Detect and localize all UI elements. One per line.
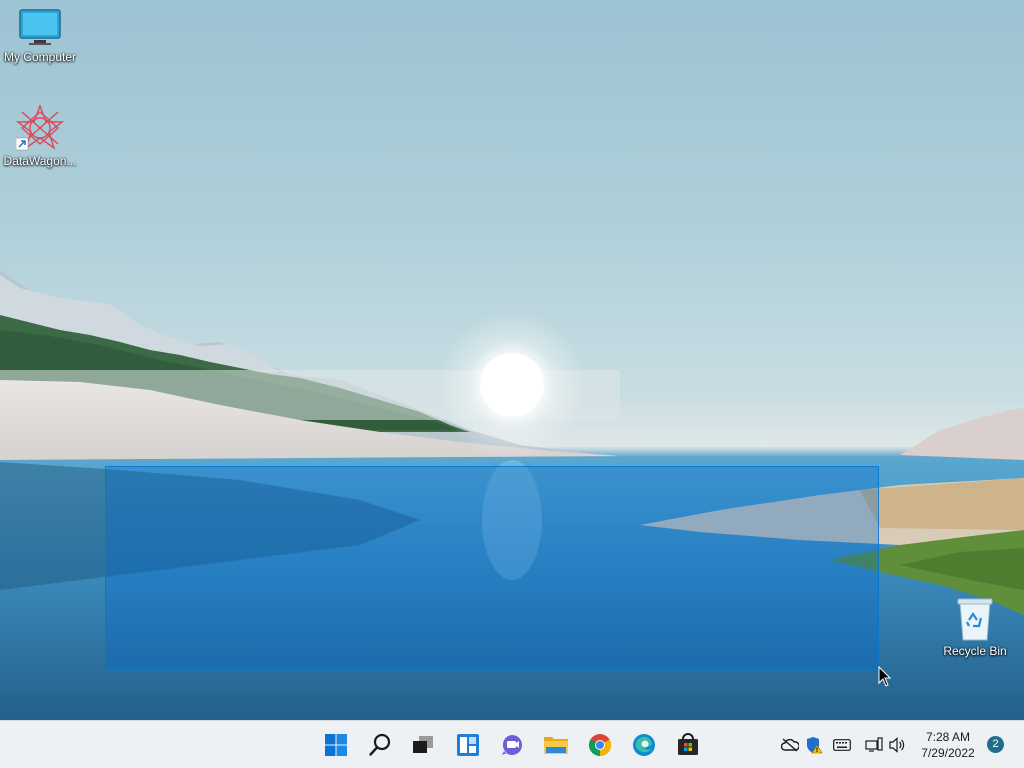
notification-count-badge[interactable]: 2 <box>987 736 1004 753</box>
chrome-icon <box>589 734 611 756</box>
widgets-button[interactable] <box>448 725 488 765</box>
store-button[interactable] <box>668 725 708 765</box>
search-button[interactable] <box>360 725 400 765</box>
taskbar: 7:28 AM 7/29/2022 2 <box>0 720 1024 768</box>
task-view-button[interactable] <box>403 725 443 765</box>
clock-date: 7/29/2022 <box>921 746 975 760</box>
network-icon <box>865 737 883 752</box>
volume-icon <box>889 737 905 753</box>
recycle-bin-icon <box>957 598 993 641</box>
chat-button[interactable] <box>492 725 532 765</box>
security-tray-button[interactable] <box>804 735 824 755</box>
onedrive-tray-button[interactable] <box>780 735 800 755</box>
search-icon <box>369 733 391 756</box>
store-icon <box>678 733 698 755</box>
onedrive-offline-icon <box>781 738 799 752</box>
edge-icon <box>633 734 655 756</box>
chrome-button[interactable] <box>580 725 620 765</box>
task-view-icon <box>413 736 433 753</box>
file-explorer-button[interactable] <box>536 725 576 765</box>
datawagon-app-icon <box>16 104 64 151</box>
selection-rectangle <box>105 466 879 669</box>
edge-button[interactable] <box>624 725 664 765</box>
clock-time: 7:28 AM <box>925 730 971 744</box>
desktop-icon-label: My Computer <box>3 50 77 64</box>
widgets-icon <box>457 734 479 756</box>
volume-tray-button[interactable] <box>888 735 908 755</box>
desktop[interactable]: My Computer DataWagon... Recycle Bin <box>0 0 1024 720</box>
security-warning-icon <box>807 737 823 754</box>
teams-chat-icon <box>502 735 522 755</box>
desktop-icon-label: Recycle Bin <box>943 644 1007 658</box>
clock-button[interactable]: 7:28 AM 7/29/2022 <box>912 729 984 761</box>
network-tray-button[interactable] <box>864 735 884 755</box>
input-language-button[interactable] <box>832 735 852 755</box>
monitor-icon <box>19 9 61 45</box>
desktop-icon-my-computer[interactable]: My Computer <box>0 8 80 64</box>
folder-icon <box>544 737 568 754</box>
desktop-icon-label: DataWagon... <box>3 154 77 168</box>
desktop-icon-datawagon[interactable]: DataWagon... <box>0 104 80 168</box>
windows-start-icon <box>325 734 347 756</box>
mouse-cursor-icon <box>878 666 892 687</box>
start-button[interactable] <box>316 725 356 765</box>
keyboard-icon <box>833 739 851 751</box>
desktop-icon-recycle-bin[interactable]: Recycle Bin <box>935 596 1015 658</box>
